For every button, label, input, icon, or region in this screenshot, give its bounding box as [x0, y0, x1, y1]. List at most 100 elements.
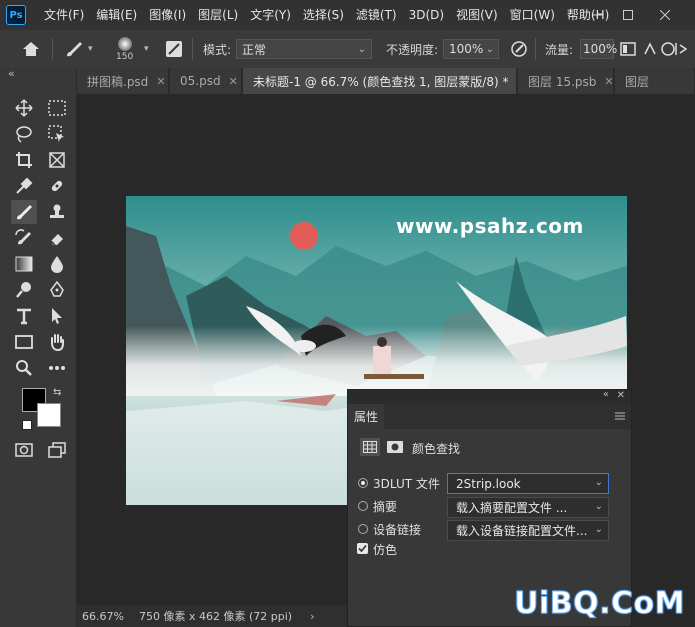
frame-tool[interactable] — [44, 148, 70, 172]
menu-3d[interactable]: 3D(D) — [403, 0, 450, 30]
select-value: 载入设备链接配置文件... — [456, 524, 588, 538]
device-link-profile-select[interactable]: 载入设备链接配置文件... ⌄ — [447, 520, 609, 541]
pressure-opacity-button[interactable] — [510, 30, 528, 68]
move-icon — [15, 99, 33, 117]
tab-document-active[interactable]: 未标题-1 @ 66.7% (颜色查找 1, 图层蒙版/8) * ✕ — [243, 68, 517, 94]
brush-tool[interactable] — [11, 200, 37, 224]
opacity-value: 100% — [449, 42, 484, 56]
close-icon[interactable]: ✕ — [516, 75, 517, 88]
healing-brush-tool[interactable] — [44, 174, 70, 198]
tools-panel: « ⇆ — [0, 67, 77, 627]
menu-layer[interactable]: 图层(L) — [192, 0, 244, 30]
menu-select[interactable]: 选择(S) — [297, 0, 350, 30]
path-selection-tool[interactable] — [44, 304, 70, 328]
option-label: 3DLUT 文件 — [373, 477, 440, 491]
airbrush-icon — [620, 42, 636, 56]
menu-image[interactable]: 图像(I) — [143, 0, 192, 30]
flow-input[interactable]: 100% — [580, 39, 617, 59]
menu-file[interactable]: 文件(F) — [38, 0, 90, 30]
panel-header[interactable]: « ✕ — [348, 389, 631, 404]
tab-document[interactable]: 05.psd ✕ — [170, 68, 242, 94]
adjustment-icon-button[interactable] — [360, 438, 380, 456]
magnifier-icon — [16, 360, 32, 376]
menu-type[interactable]: 文字(Y) — [244, 0, 297, 30]
photoshop-logo[interactable]: Ps — [6, 5, 26, 25]
stamp-icon — [50, 204, 64, 218]
panel-menu-icon[interactable] — [615, 410, 625, 424]
symmetry-button[interactable] — [660, 30, 690, 68]
screen-mode-button[interactable] — [44, 438, 70, 462]
smoothing-button[interactable] — [643, 30, 657, 68]
eraser-tool[interactable] — [44, 226, 70, 250]
menu-edit[interactable]: 编辑(E) — [90, 0, 143, 30]
history-brush-tool[interactable] — [11, 226, 37, 250]
3dlut-file-select[interactable]: 2Strip.look ⌄ — [447, 473, 609, 494]
zoom-level[interactable]: 66.67% — [82, 610, 137, 623]
chevron-down-icon: ▾ — [88, 44, 93, 54]
angle-icon — [644, 42, 656, 55]
marquee-tool[interactable] — [44, 96, 70, 120]
crop-tool[interactable] — [11, 148, 37, 172]
hand-tool[interactable] — [44, 330, 70, 354]
lasso-tool[interactable] — [11, 122, 37, 146]
minimize-button[interactable] — [583, 0, 613, 30]
brush-settings-button[interactable] — [165, 30, 183, 68]
tab-document[interactable]: 图层 — [615, 68, 695, 94]
zoom-tool[interactable] — [11, 356, 37, 380]
swap-colors-icon[interactable]: ⇆ — [53, 387, 61, 398]
tool-preset-picker[interactable]: ▾ — [64, 30, 93, 68]
tab-properties[interactable]: 属性 — [348, 404, 384, 429]
close-window-button[interactable] — [650, 0, 680, 30]
minimize-icon — [593, 14, 603, 16]
chevron-down-icon[interactable]: ▾ — [144, 30, 149, 68]
mask-icon-button[interactable] — [386, 438, 404, 456]
menu-filter[interactable]: 滤镜(T) — [350, 0, 403, 30]
dither-checkbox[interactable] — [357, 543, 368, 554]
close-icon[interactable]: ✕ — [156, 75, 165, 88]
brush-size-picker[interactable]: 150 — [116, 30, 133, 68]
abstract-profile-select[interactable]: 载入摘要配置文件 ... ⌄ — [447, 497, 609, 518]
brush-settings-icon — [166, 41, 182, 57]
menu-window[interactable]: 窗口(W) — [504, 0, 561, 30]
arrow-cursor-icon — [52, 308, 62, 324]
pen-tool[interactable] — [44, 278, 70, 302]
tab-document[interactable]: 图层 15.psb ✕ — [518, 68, 614, 94]
close-icon[interactable]: ✕ — [229, 75, 238, 88]
tab-label: 未标题-1 @ 66.7% (颜色查找 1, 图层蒙版/8) * — [253, 74, 509, 89]
eyedropper-tool[interactable] — [11, 174, 37, 198]
gradient-tool[interactable] — [11, 252, 37, 276]
status-menu-arrow-icon[interactable]: › — [310, 610, 314, 623]
dither-label: 仿色 — [373, 543, 398, 557]
collapse-panel-icon[interactable]: « — [603, 389, 609, 400]
radio-3dlut[interactable] — [358, 478, 368, 488]
collapse-panel-icon[interactable]: « — [8, 67, 15, 80]
blur-tool[interactable] — [44, 252, 70, 276]
opacity-input[interactable]: 100% ⌄ — [443, 39, 499, 59]
close-icon[interactable]: ✕ — [617, 390, 625, 401]
mode-select[interactable]: 正常 ⌄ — [236, 39, 372, 59]
quick-mask-button[interactable] — [11, 438, 37, 462]
dodge-tool[interactable] — [11, 278, 37, 302]
edit-toolbar-button[interactable] — [44, 356, 70, 380]
background-color-swatch[interactable] — [37, 403, 61, 427]
home-button[interactable] — [22, 30, 40, 68]
clone-stamp-tool[interactable] — [44, 200, 70, 224]
object-selection-icon — [48, 125, 64, 142]
dodge-icon — [16, 282, 31, 298]
menu-view[interactable]: 视图(V) — [450, 0, 504, 30]
move-tool[interactable] — [11, 96, 37, 120]
airbrush-button[interactable] — [620, 30, 636, 68]
maximize-button[interactable] — [613, 0, 643, 30]
type-tool[interactable] — [11, 304, 37, 328]
layer-mask-icon — [387, 441, 403, 453]
close-icon[interactable]: ✕ — [604, 75, 613, 88]
radio-abstract[interactable] — [358, 501, 368, 511]
object-selection-tool[interactable] — [44, 122, 70, 146]
brush-icon — [67, 42, 82, 57]
radio-device-link[interactable] — [358, 524, 368, 534]
rectangle-tool[interactable] — [11, 330, 37, 354]
tab-document[interactable]: 拼图稿.psd ✕ — [77, 68, 169, 94]
type-icon — [17, 308, 31, 325]
default-colors-icon[interactable] — [22, 420, 32, 430]
grid-table-icon — [363, 441, 377, 453]
